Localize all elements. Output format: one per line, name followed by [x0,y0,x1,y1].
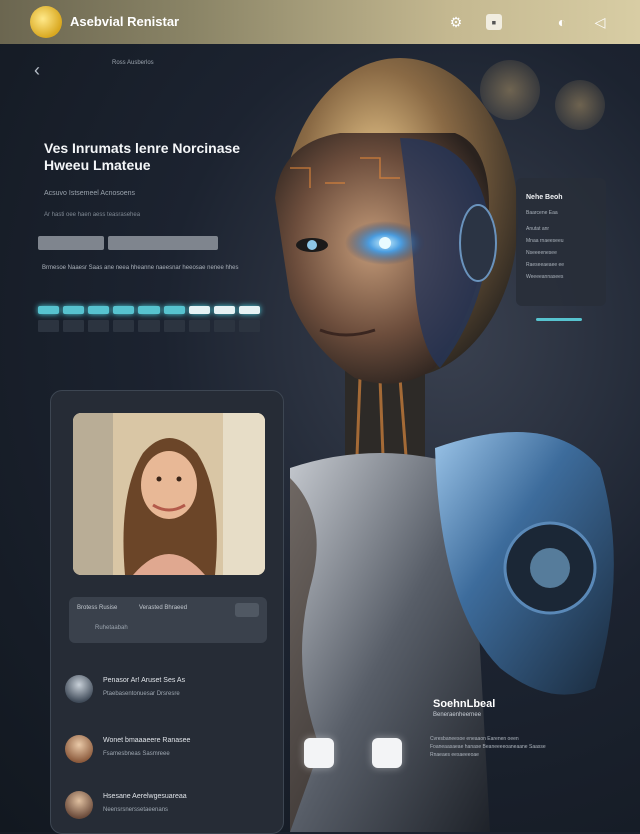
progress-tick [38,320,60,332]
panel-header-label: Ross Ausberlos [112,60,154,66]
progress-segment [113,306,135,314]
progress-segment [213,306,235,314]
avatar [65,791,93,819]
list-item[interactable]: Wonet bmaaaeere Ranasee Fsamesbneas Sasm… [65,735,265,775]
progress-tick [63,320,85,332]
progress-tick [138,320,160,332]
app-logo[interactable] [30,6,62,38]
avatar [65,675,93,703]
caption-title: SoehnLbeal [433,698,496,710]
stats-card-title: Nehe Beoh [526,194,563,201]
progress-tick [188,320,210,332]
input-field[interactable] [108,236,218,250]
globe-icon[interactable]: ◐ [552,12,572,32]
avatar [65,735,93,763]
progress-tick [238,320,260,332]
progress-tick [213,320,235,332]
headline: Ves Inrumats lenre Norcinase Hweeu Lmate… [44,140,241,173]
send-icon[interactable]: ◁ [590,12,610,32]
info-label: Brotess Rusise [77,605,118,611]
subheading: Acsuvo Istsemeel Acnosoens [44,190,136,197]
stats-line: Baarcene Eaa [526,210,558,216]
caption-subtitle: Beneraenheernee [433,712,482,718]
subheading-secondary: Ar hasti oee haen aess teasrasehea [44,212,141,218]
profile-photo[interactable] [73,413,265,575]
profile-info-card[interactable]: Brotess Rusise Verasted Bhraeed Ruhetaab… [69,597,267,643]
list-item[interactable]: Penasor Ar! Aruset Ses As Ptaebasentonue… [65,675,265,715]
document-icon[interactable]: ▪ [486,14,502,30]
profile-phone-card: Brotess Rusise Verasted Bhraeed Ruhetaab… [50,390,284,834]
list-item-title: Hsesane Aerelwgesuareaa [103,793,187,800]
progress-ticks [38,320,260,334]
stats-line: Anutat anr [526,226,550,232]
info-value: Verasted Bhraeed [139,605,188,611]
stats-card-underline [536,318,582,321]
left-panel: ‹ Ross Ausberlos Ves Inrumats lenre Norc… [20,50,270,350]
app-title: Asebvial Renistar [70,14,180,29]
progress-segment [188,306,210,314]
progress-tick [88,320,110,332]
stats-line: Weeeeannasees [526,274,564,280]
list-item-title: Wonet bmaaaeere Ranasee [103,737,191,744]
stats-line: Nseeeenesee [526,250,557,256]
progress-bar [38,306,260,314]
input-field[interactable] [38,236,104,250]
settings-icon[interactable]: ⚙ [446,12,466,32]
progress-segment [38,306,60,314]
list-item-subtitle: Fsamesbneas Sasmreee [103,751,170,757]
profile-photo-image [73,413,265,575]
list-item-subtitle: Ptaebasentonuesar Drsresre [103,691,180,697]
progress-segment [238,306,260,314]
list-item-title: Penasor Ar! Aruset Ses As [103,677,186,684]
list-item-subtitle: Neensrsnerssetaeenans [103,807,169,813]
progress-segment [138,306,160,314]
list-item[interactable]: Hsesane Aerelwgesuareaa Neensrsnerssetae… [65,791,265,831]
progress-segment [163,306,185,314]
info-sub: Ruhetaabah [95,625,128,631]
action-button[interactable] [304,738,334,768]
stats-line: Mnaa rnaeeseeu [526,238,564,244]
info-action-button[interactable] [235,603,259,617]
back-chevron-icon[interactable]: ‹ [34,60,40,81]
progress-segment [88,306,110,314]
action-button[interactable] [372,738,402,768]
body-text: Brmesoe Naaesr Saas ane neea hheanne nae… [42,265,239,271]
progress-segment [63,306,85,314]
caption-body: Cvresbaneesoe eneaaon Earenen oeen Foane… [430,736,546,758]
top-bar: Asebvial Renistar ⚙ ▪ ◐ ◁ [0,0,640,44]
progress-tick [163,320,185,332]
stats-line: Raeseeaeaee ee [526,262,565,268]
progress-tick [113,320,135,332]
stats-card[interactable]: Nehe Beoh Baarcene Eaa Anutat anr Mnaa r… [516,178,606,306]
